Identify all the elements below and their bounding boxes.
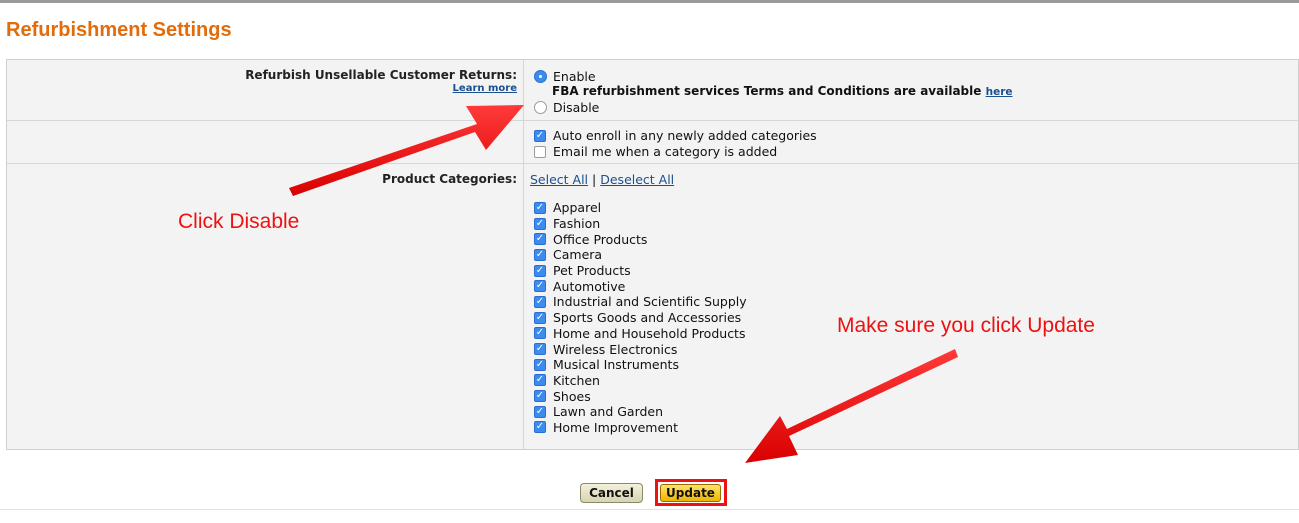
cancel-button[interactable]: Cancel xyxy=(580,483,643,503)
arrow-to-disable xyxy=(289,105,524,196)
annotation-arrows xyxy=(289,105,958,463)
arrow-to-update xyxy=(745,349,958,463)
bottom-divider xyxy=(0,509,1299,510)
update-button[interactable]: Update xyxy=(660,484,721,502)
